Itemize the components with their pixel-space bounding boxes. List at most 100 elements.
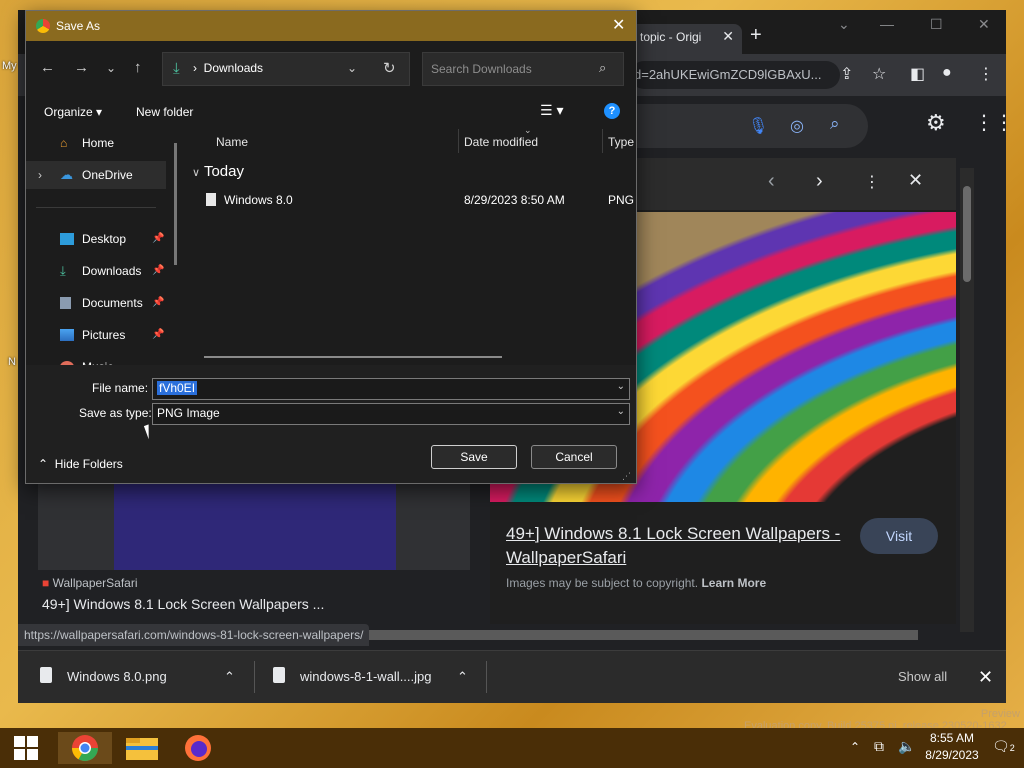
notification-center[interactable]: 🗨2 [992, 738, 1015, 755]
tab-search-chevron-icon[interactable]: ⌄ [838, 16, 850, 33]
minimize-icon[interactable]: — [880, 16, 894, 32]
column-header-date[interactable]: Date modified [464, 135, 538, 149]
result-site[interactable]: ■ WallpaperSafari [42, 576, 138, 590]
column-divider[interactable] [602, 129, 603, 153]
hide-folders-button[interactable]: ⌃ Hide Folders [38, 457, 123, 471]
download-item[interactable]: windows-8-1-wall....jpg ⌃ [273, 651, 483, 703]
volume-icon[interactable]: 🔈 [898, 738, 915, 755]
search-input[interactable] [429, 59, 593, 79]
panel-close-icon[interactable]: ✕ [908, 170, 923, 191]
nav-scrollbar[interactable] [174, 143, 177, 265]
help-icon[interactable]: ? [604, 103, 620, 119]
dialog-title-bar[interactable]: Save As ✕ [26, 11, 636, 41]
nav-item-music[interactable]: Music [26, 353, 166, 365]
nav-item-home[interactable]: ⌂ Home [26, 129, 166, 157]
browser-tab[interactable]: topic - Origi ✕ [624, 24, 742, 54]
menu-icon[interactable]: ⋮ [978, 64, 994, 84]
save-type-select[interactable]: PNG Image ⌄ [152, 403, 630, 425]
save-type-value: PNG Image [157, 406, 220, 420]
nav-item-desktop[interactable]: Desktop 📌 [26, 225, 166, 253]
side-panel-icon[interactable]: ◧ [910, 64, 925, 84]
show-all-button[interactable]: Show all [898, 651, 947, 703]
taskbar-firefox[interactable] [178, 732, 218, 764]
download-name: Windows 8.0.png [67, 669, 167, 684]
resize-grip-icon[interactable]: ⋰ [622, 471, 631, 482]
nav-item-downloads[interactable]: ⤓ Downloads 📌 [26, 257, 166, 285]
lens-icon[interactable]: ◎ [790, 116, 804, 136]
result-title[interactable]: 49+] Windows 8.1 Lock Screen Wallpapers … [42, 596, 324, 612]
save-type-dropdown-icon[interactable]: ⌄ [617, 406, 625, 417]
file-row[interactable]: Windows 8.0 8/29/2023 8:50 AM PNG [186, 189, 636, 211]
bookmark-star-icon[interactable]: ☆ [872, 64, 886, 84]
previous-icon[interactable]: ‹ [768, 170, 775, 193]
file-name-field[interactable]: fVh0EI ⌄ [152, 378, 630, 400]
chevron-up-icon[interactable]: ⌃ [457, 651, 468, 703]
window-close-icon[interactable]: ✕ [978, 16, 990, 33]
nav-item-documents[interactable]: Documents 📌 [26, 289, 166, 317]
visit-button[interactable]: Visit [860, 518, 938, 554]
file-name-value[interactable]: fVh0EI [157, 381, 198, 395]
settings-gear-icon[interactable]: ⚙ [926, 110, 946, 136]
cancel-button[interactable]: Cancel [531, 445, 617, 469]
dialog-close-icon[interactable]: ✕ [612, 15, 625, 35]
taskbar: ⌃ ⧉ 🔈 8:55 AM 8/29/2023 🗨2 [0, 728, 1024, 768]
column-header-type[interactable]: Type [608, 135, 634, 149]
cloud-icon: ☁ [60, 167, 73, 182]
back-arrow-icon[interactable]: ← [40, 59, 55, 76]
result-thumbnail[interactable] [38, 482, 470, 570]
nav-item-onedrive[interactable]: › ☁ OneDrive [26, 161, 166, 189]
column-divider[interactable] [458, 129, 459, 153]
preview-title-link[interactable]: 49+] Windows 8.1 Lock Screen Wallpapers … [506, 522, 846, 570]
collapse-chevron-icon[interactable]: ∨ [192, 167, 200, 179]
save-button[interactable]: Save [431, 445, 517, 469]
path-bar[interactable]: ⤓ › Downloads ⌄ ↻ [162, 52, 410, 86]
address-bar[interactable]: d=2ahUKEwiGmZCD9lGBAxU... [630, 61, 840, 89]
more-options-icon[interactable]: ⋮ [864, 172, 880, 192]
search-box[interactable]: 🎙 ◎ ⌕ [618, 104, 868, 148]
group-header[interactable]: ∨ Today [192, 163, 244, 180]
horizontal-scrollbar[interactable] [368, 630, 918, 640]
taskbar-chrome[interactable] [58, 732, 112, 764]
forward-arrow-icon[interactable]: → [74, 59, 89, 76]
recent-chevron-icon[interactable]: ⌄ [106, 61, 116, 75]
share-icon[interactable]: ⇪ [840, 64, 853, 84]
mic-icon[interactable]: 🎙 [748, 116, 768, 136]
vertical-scrollbar[interactable] [960, 168, 974, 632]
file-date: 8/29/2023 8:50 AM [464, 193, 565, 207]
expand-chevron-icon[interactable]: › [38, 161, 42, 189]
chevron-up-icon[interactable]: ⌃ [224, 651, 235, 703]
tab-close-icon[interactable]: ✕ [722, 28, 734, 45]
search-icon[interactable]: ⌕ [830, 114, 840, 134]
column-header-name[interactable]: Name [216, 135, 248, 149]
show-hidden-icons-chevron-icon[interactable]: ⌃ [850, 740, 860, 754]
file-list-scrollbar[interactable] [204, 356, 502, 358]
maximize-icon[interactable]: ☐ [930, 16, 943, 33]
organize-button[interactable]: Organize ▾ [44, 105, 102, 119]
dialog-title: Save As [56, 19, 101, 33]
view-options-icon[interactable]: ☰ ▾ [540, 102, 563, 119]
file-icon [40, 667, 52, 683]
download-name: windows-8-1-wall....jpg [300, 669, 432, 684]
downloads-close-icon[interactable]: ✕ [978, 651, 993, 703]
apps-grid-icon[interactable]: ⋮⋮ [974, 110, 1014, 135]
scrollbar-thumb[interactable] [963, 186, 971, 282]
path-dropdown-icon[interactable]: ⌄ [347, 61, 357, 75]
profile-icon[interactable]: ● [942, 64, 952, 82]
path-breadcrumb[interactable]: › Downloads [193, 61, 263, 75]
learn-more-link[interactable]: Learn More [701, 576, 766, 590]
download-item[interactable]: Windows 8.0.png ⌃ [40, 651, 250, 703]
refresh-icon[interactable]: ↻ [383, 59, 396, 77]
new-folder-button[interactable]: New folder [136, 105, 193, 119]
search-box[interactable]: ⌕ [422, 52, 624, 86]
clock[interactable]: 8:55 AM 8/29/2023 [924, 731, 980, 762]
file-name-dropdown-icon[interactable]: ⌄ [617, 381, 625, 392]
up-arrow-icon[interactable]: ↑ [134, 59, 142, 76]
next-icon[interactable]: › [816, 170, 823, 193]
taskbar-file-explorer[interactable] [122, 732, 162, 764]
copyright-text: Images may be subject to copyright. [506, 576, 699, 590]
new-tab-button[interactable]: + [750, 24, 762, 47]
network-icon[interactable]: ⧉ [874, 738, 884, 755]
search-icon[interactable]: ⌕ [599, 60, 606, 76]
start-button[interactable] [6, 732, 46, 764]
nav-item-pictures[interactable]: Pictures 📌 [26, 321, 166, 349]
